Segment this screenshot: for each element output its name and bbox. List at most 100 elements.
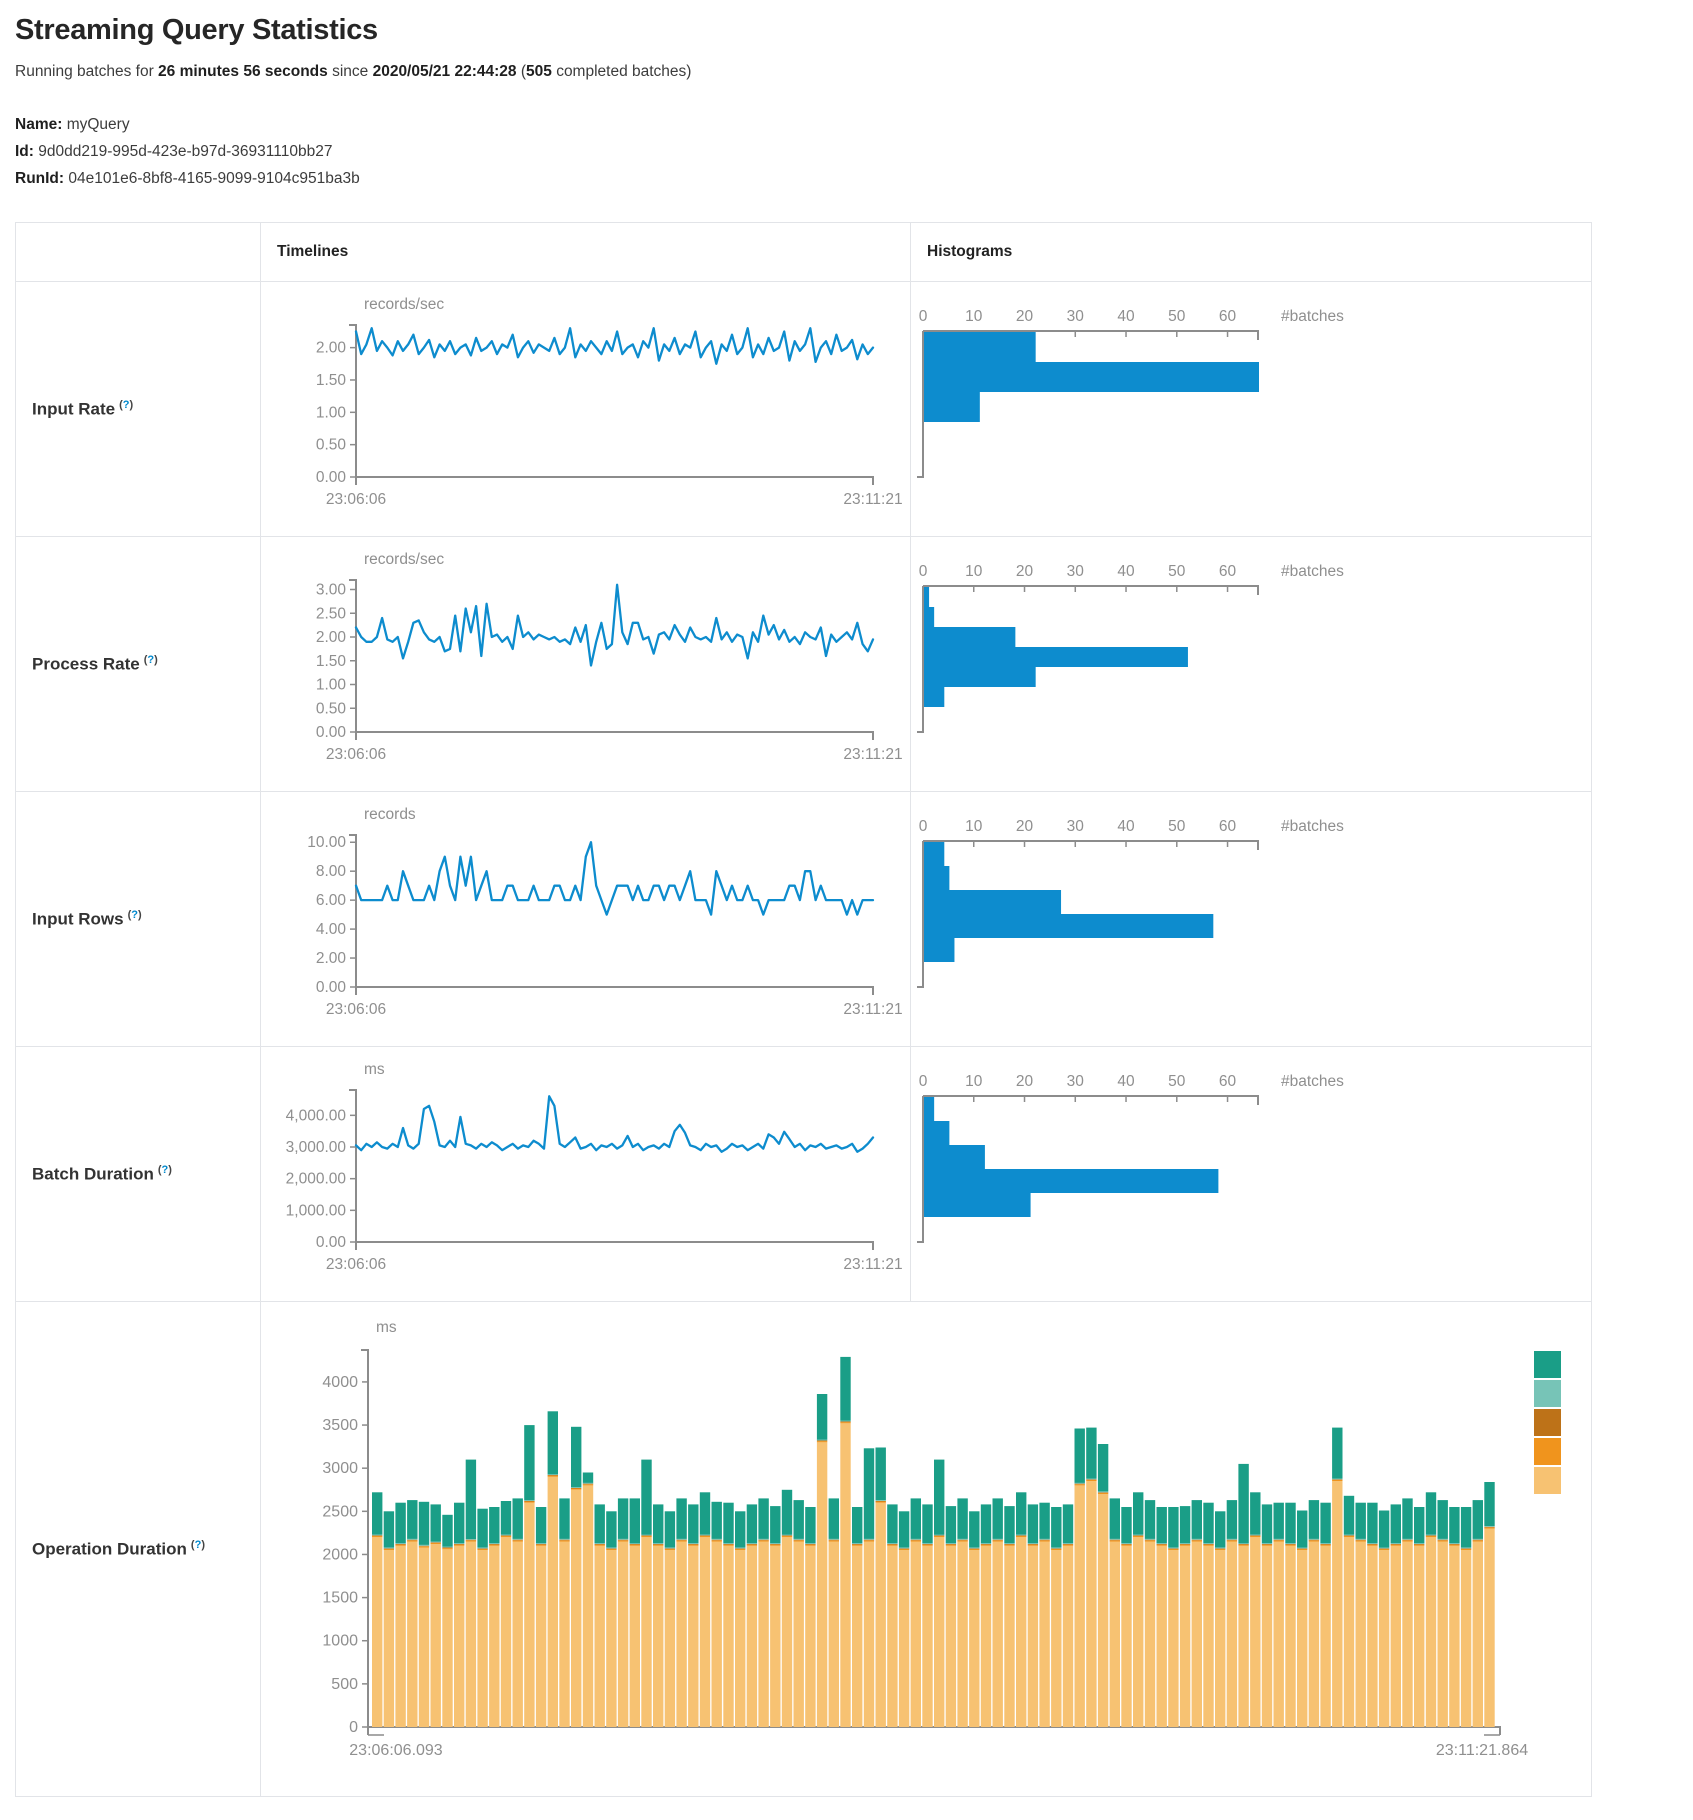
svg-text:10: 10: [965, 563, 983, 580]
svg-text:0: 0: [349, 1719, 358, 1736]
summary-prefix: Running batches for: [15, 63, 154, 80]
query-runid: 04e101e6-8bf8-4165-9099-9104c951ba3b: [68, 170, 359, 187]
svg-text:0.00: 0.00: [316, 469, 347, 486]
input-rows-timeline-chart: records0.002.004.006.008.0010.0023:06:06…: [261, 795, 910, 1046]
table-row: Input Rows(?) records0.002.004.006.008.0…: [16, 792, 1592, 1047]
help-icon[interactable]: (?): [119, 399, 133, 411]
timelines-column-header: Timelines: [261, 223, 911, 282]
svg-text:4.00: 4.00: [316, 921, 347, 938]
svg-text:23:11:21.864: 23:11:21.864: [1436, 1742, 1528, 1759]
query-name-row: Name: myQuery: [15, 111, 1693, 138]
legend-swatch: [1534, 1409, 1561, 1436]
table-row: Operation Duration(?) ms0500100015002000…: [16, 1302, 1592, 1797]
svg-text:6.00: 6.00: [316, 893, 347, 910]
svg-text:60: 60: [1219, 308, 1237, 325]
svg-text:0: 0: [919, 308, 928, 325]
input-rate-histogram-chart: 0102030405060#batches: [911, 285, 1591, 536]
process-rate-histogram-chart: 0102030405060#batches: [911, 540, 1591, 791]
query-name: myQuery: [67, 116, 130, 133]
svg-text:2.00: 2.00: [316, 340, 347, 357]
name-label: Name:: [15, 116, 62, 133]
svg-text:2500: 2500: [322, 1504, 358, 1521]
svg-text:60: 60: [1219, 818, 1237, 835]
table-row: Batch Duration(?) ms0.001,000.002,000.00…: [16, 1047, 1592, 1302]
id-label: Id:: [15, 143, 34, 160]
svg-text:3,000.00: 3,000.00: [286, 1139, 347, 1156]
svg-text:3000: 3000: [322, 1461, 358, 1478]
legend-swatch: [1534, 1438, 1561, 1465]
svg-text:#batches: #batches: [1281, 563, 1344, 580]
row-label: Process Rate: [32, 655, 140, 674]
svg-text:20: 20: [1016, 1073, 1034, 1090]
svg-text:60: 60: [1219, 1073, 1237, 1090]
svg-text:0.00: 0.00: [316, 979, 347, 996]
input-rows-label-cell: Input Rows (?): [16, 792, 261, 1047]
svg-text:0.00: 0.00: [316, 724, 347, 741]
operation-duration-label-cell: Operation Duration (?): [16, 1302, 261, 1797]
svg-text:3.00: 3.00: [316, 582, 347, 599]
svg-text:1000: 1000: [322, 1633, 358, 1650]
process-rate-timeline-chart: records/sec0.000.501.001.502.002.503.002…: [261, 540, 910, 791]
page-title: Streaming Query Statistics: [15, 14, 1693, 47]
svg-text:ms: ms: [364, 1061, 385, 1078]
table-row: Input Rate(?) records/sec0.000.501.001.5…: [16, 282, 1592, 537]
completed-batches-count: 505: [526, 63, 552, 80]
query-id-row: Id: 9d0dd219-995d-423e-b97d-36931110bb27: [15, 138, 1693, 165]
streaming-statistics-page: Streaming Query Statistics Running batch…: [0, 0, 1693, 1820]
histograms-column-header: Histograms: [911, 223, 1592, 282]
svg-text:60: 60: [1219, 563, 1237, 580]
svg-text:records/sec: records/sec: [364, 551, 444, 568]
svg-text:50: 50: [1168, 818, 1186, 835]
svg-text:records/sec: records/sec: [364, 296, 444, 313]
help-icon[interactable]: (?): [144, 654, 158, 666]
svg-text:23:06:06.093: 23:06:06.093: [349, 1742, 443, 1759]
query-metadata: Name: myQuery Id: 9d0dd219-995d-423e-b97…: [15, 111, 1693, 192]
svg-text:23:11:21: 23:11:21: [843, 1256, 902, 1273]
svg-text:4,000.00: 4,000.00: [286, 1108, 347, 1125]
row-label: Input Rate: [32, 400, 115, 419]
svg-text:23:06:06: 23:06:06: [326, 1256, 386, 1273]
svg-text:10: 10: [965, 818, 983, 835]
svg-text:500: 500: [331, 1676, 358, 1693]
batch-duration-timeline-chart: ms0.001,000.002,000.003,000.004,000.0023…: [261, 1050, 910, 1301]
query-runid-row: RunId: 04e101e6-8bf8-4165-9099-9104c951b…: [15, 165, 1693, 192]
svg-text:1.00: 1.00: [316, 677, 347, 694]
svg-text:30: 30: [1067, 563, 1085, 580]
svg-text:40: 40: [1117, 563, 1135, 580]
svg-text:10: 10: [965, 308, 983, 325]
svg-text:20: 20: [1016, 563, 1034, 580]
legend-swatch: [1534, 1351, 1561, 1378]
svg-text:8.00: 8.00: [316, 864, 347, 881]
svg-text:1,000.00: 1,000.00: [286, 1203, 347, 1220]
operation-duration-stacked-chart: ms0500100015002000250030003500400023:06:…: [261, 1305, 1591, 1796]
svg-text:#batches: #batches: [1281, 308, 1344, 325]
legend-swatch: [1534, 1380, 1561, 1407]
start-timestamp: 2020/05/21 22:44:28: [373, 63, 517, 80]
svg-text:1.00: 1.00: [316, 405, 347, 422]
process-rate-label-cell: Process Rate (?): [16, 537, 261, 792]
row-label: Input Rows: [32, 910, 124, 929]
svg-text:1.50: 1.50: [316, 372, 347, 389]
svg-text:#batches: #batches: [1281, 1073, 1344, 1090]
svg-text:0: 0: [919, 1073, 928, 1090]
svg-text:40: 40: [1117, 1073, 1135, 1090]
empty-header-cell: [16, 223, 261, 282]
svg-text:50: 50: [1168, 1073, 1186, 1090]
summary-suffix: completed batches): [556, 63, 691, 80]
svg-text:3500: 3500: [322, 1417, 358, 1434]
help-icon[interactable]: (?): [191, 1539, 205, 1551]
svg-text:10: 10: [965, 1073, 983, 1090]
svg-text:1500: 1500: [322, 1590, 358, 1607]
svg-text:30: 30: [1067, 1073, 1085, 1090]
batch-duration-histogram-chart: 0 10 20 30 40 50 60 #batches: [911, 1050, 1591, 1301]
running-duration: 26 minutes 56 seconds: [158, 63, 328, 80]
svg-text:records: records: [364, 806, 416, 823]
help-icon[interactable]: (?): [158, 1164, 172, 1176]
row-label: Batch Duration: [32, 1165, 154, 1184]
svg-text:ms: ms: [376, 1319, 397, 1336]
svg-text:50: 50: [1168, 563, 1186, 580]
svg-text:50: 50: [1168, 308, 1186, 325]
help-icon[interactable]: (?): [128, 909, 142, 921]
row-label: Operation Duration: [32, 1540, 187, 1559]
batch-duration-label-cell: Batch Duration (?): [16, 1047, 261, 1302]
